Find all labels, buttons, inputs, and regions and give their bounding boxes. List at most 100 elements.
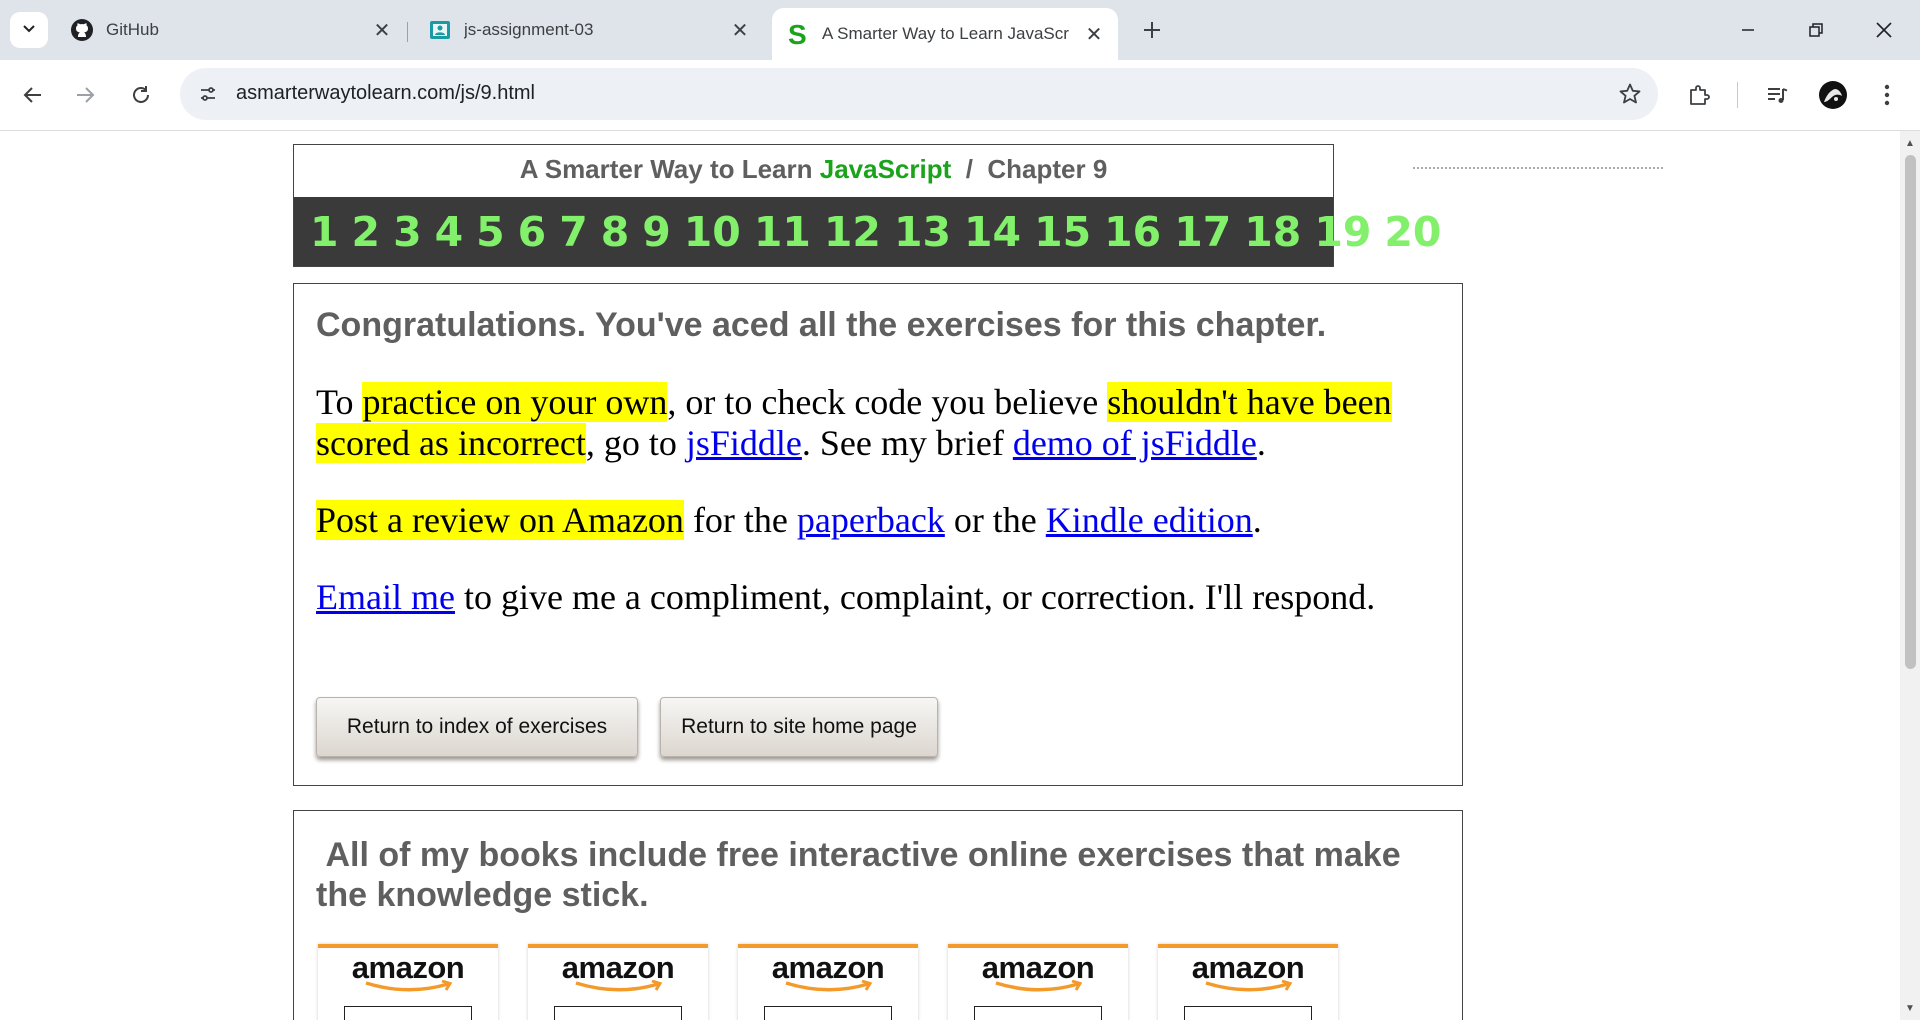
title-chapter: / Chapter 9 (951, 154, 1108, 184)
browser-toolbar: asmarterwaytolearn.com/js/9.html (0, 60, 1920, 131)
chapter-link-10[interactable]: 10 (684, 208, 741, 256)
extensions-puzzle-icon[interactable] (1680, 76, 1718, 114)
close-window-icon[interactable] (1850, 0, 1918, 60)
chevron-down-icon (21, 20, 37, 41)
address-bar[interactable]: asmarterwaytolearn.com/js/9.html (180, 68, 1658, 120)
chapter-link-6[interactable]: 6 (518, 208, 547, 256)
amazon-book-link[interactable]: amazon (528, 944, 708, 1020)
chapter-link-14[interactable]: 14 (964, 208, 1021, 256)
books-panel: All of my books include free interactive… (293, 810, 1463, 1020)
forward-arrow-icon[interactable] (66, 76, 104, 114)
chapter-link-7[interactable]: 7 (559, 208, 588, 256)
amazon-logo-text: amazon (771, 950, 885, 985)
chapter-link-1[interactable]: 1 (310, 208, 339, 256)
amazon-book-link[interactable]: amazon (1158, 944, 1338, 1020)
tab-strip: GitHub ✕ js-assignment-03 ✕ S A Smarter … (0, 0, 1920, 60)
restore-icon[interactable] (1782, 0, 1850, 60)
tab-github[interactable]: GitHub ✕ (50, 8, 406, 52)
text: . See my brief (801, 423, 1013, 463)
tab-title: A Smarter Way to Learn JavaScr (822, 24, 1069, 43)
chapter-link-18[interactable]: 18 (1244, 208, 1301, 256)
email-me-link[interactable]: Email me (316, 577, 455, 617)
smarter-way-s-icon: S (786, 21, 810, 47)
chapter-link-16[interactable]: 16 (1104, 208, 1161, 256)
tab-smarter-way[interactable]: S A Smarter Way to Learn JavaScr ✕ (772, 8, 1118, 60)
text: , go to (585, 423, 686, 463)
scroll-down-icon[interactable]: ▼ (1904, 1002, 1916, 1014)
tab-js-assignment[interactable]: js-assignment-03 ✕ (408, 8, 764, 52)
books-heading-text: All of my books include free interactive… (316, 836, 1401, 914)
scrollbar-thumb[interactable] (1905, 155, 1916, 669)
chapter-link-15[interactable]: 15 (1034, 208, 1091, 256)
chapter-link-9[interactable]: 9 (642, 208, 671, 256)
return-to-index-button[interactable]: Return to index of exercises (316, 697, 638, 757)
close-tab-icon[interactable]: ✕ (370, 18, 394, 42)
kebab-menu-icon[interactable] (1868, 76, 1906, 114)
text: , or to check code you believe (667, 382, 1108, 422)
return-home-button[interactable]: Return to site home page (660, 697, 938, 757)
toolbar-divider (1737, 82, 1738, 108)
url-text[interactable]: asmarterwaytolearn.com/js/9.html (236, 82, 535, 105)
svg-text:S: S (788, 21, 807, 47)
chapter-link-17[interactable]: 17 (1174, 208, 1231, 256)
reload-icon[interactable] (122, 76, 160, 114)
congrats-panel: Congratulations. You've aced all the exe… (293, 283, 1463, 786)
media-controls-icon[interactable] (1758, 76, 1796, 114)
review-paragraph: Post a review on Amazon for the paperbac… (316, 500, 1436, 541)
chapter-link-3[interactable]: 3 (393, 208, 422, 256)
jsfiddle-link[interactable]: jsFiddle (686, 423, 802, 463)
minimize-icon[interactable] (1714, 0, 1782, 60)
title-javascript: JavaScript (819, 154, 952, 184)
page-scrollbar[interactable]: ▲ ▼ (1900, 131, 1920, 1020)
amazon-book-link[interactable]: amazon (948, 944, 1128, 1020)
scroll-up-icon[interactable]: ▲ (1904, 137, 1916, 149)
classroom-icon (428, 18, 452, 42)
chapter-link-13[interactable]: 13 (894, 208, 951, 256)
bookmark-star-icon[interactable] (1616, 80, 1644, 108)
amazon-book-link[interactable]: amazon (318, 944, 498, 1020)
title-text: A Smarter Way to Learn (519, 154, 820, 184)
page-title: A Smarter Way to Learn JavaScript / Chap… (294, 145, 1333, 197)
chapter-link-19[interactable]: 19 (1314, 208, 1371, 256)
book-cover (1184, 1006, 1312, 1020)
profile-avatar[interactable] (1814, 76, 1852, 114)
decorative-dotted-line (1413, 167, 1663, 169)
tab-search-button[interactable] (10, 12, 48, 48)
back-arrow-icon[interactable] (14, 76, 52, 114)
text: or the (944, 500, 1046, 540)
text: for the (683, 500, 797, 540)
amazon-logo-text: amazon (351, 950, 465, 985)
text: . (1256, 423, 1266, 463)
chapter-nav: 1 2 3 4 5 6 7 8 9 10 11 12 13 14 15 16 1… (294, 197, 1441, 266)
github-icon (70, 18, 94, 42)
new-tab-icon[interactable] (1134, 12, 1170, 48)
chapter-link-5[interactable]: 5 (476, 208, 505, 256)
amazon-logo-text: amazon (1191, 950, 1305, 985)
demo-jsfiddle-link[interactable]: demo of jsFiddle (1013, 423, 1257, 463)
practice-paragraph: To practice on your own, or to check cod… (316, 382, 1436, 464)
chapter-link-12[interactable]: 12 (824, 208, 881, 256)
tab-title: GitHub (106, 20, 159, 39)
book-cover (974, 1006, 1102, 1020)
chapter-link-8[interactable]: 8 (601, 208, 630, 256)
text: To (316, 382, 363, 422)
books-heading: All of my books include free interactive… (316, 835, 1416, 915)
paperback-link[interactable]: paperback (797, 500, 945, 540)
chapter-link-2[interactable]: 2 (352, 208, 381, 256)
chapter-header: A Smarter Way to Learn JavaScript / Chap… (293, 144, 1441, 267)
highlight-practice: practice on your own (362, 382, 668, 422)
text: to give me a compliment, complaint, or c… (454, 577, 1376, 617)
site-settings-icon[interactable] (194, 80, 222, 108)
chapter-link-4[interactable]: 4 (435, 208, 464, 256)
kindle-edition-link[interactable]: Kindle edition (1046, 500, 1253, 540)
close-tab-icon[interactable]: ✕ (728, 18, 752, 42)
close-tab-icon[interactable]: ✕ (1082, 22, 1106, 46)
amazon-logo-text: amazon (981, 950, 1095, 985)
book-cover (344, 1006, 472, 1020)
chapter-link-20[interactable]: 20 (1384, 208, 1441, 256)
email-paragraph: Email me to give me a compliment, compla… (316, 577, 1436, 618)
chapter-link-11[interactable]: 11 (754, 208, 811, 256)
amazon-logo-text: amazon (561, 950, 675, 985)
text: . (1252, 500, 1262, 540)
amazon-book-link[interactable]: amazon (738, 944, 918, 1020)
